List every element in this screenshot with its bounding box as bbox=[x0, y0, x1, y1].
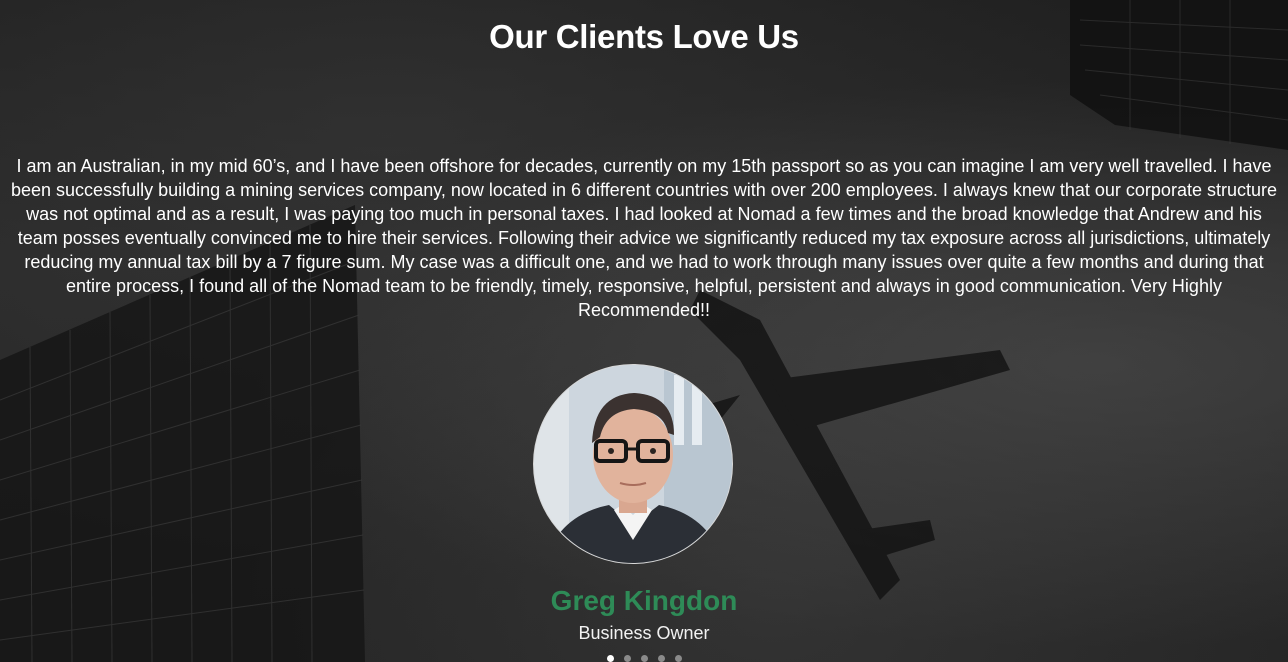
section-title: Our Clients Love Us bbox=[489, 18, 799, 55]
carousel-dot-3[interactable] bbox=[640, 655, 648, 662]
testimonial-quote: I am an Australian, in my mid 60’s, and … bbox=[11, 156, 1277, 320]
carousel-dot-5[interactable] bbox=[674, 655, 682, 662]
client-name: Greg Kingdon bbox=[550, 585, 738, 616]
carousel-dot-2[interactable] bbox=[623, 655, 631, 662]
client-photo bbox=[534, 365, 732, 563]
client-avatar bbox=[533, 364, 733, 564]
carousel-pagination bbox=[0, 655, 1288, 662]
carousel-dot-1[interactable] bbox=[606, 655, 614, 662]
carousel-dot-4[interactable] bbox=[657, 655, 665, 662]
testimonials-section: Our Clients Love Us I am an Australian, … bbox=[0, 0, 1288, 662]
client-role: Business Owner bbox=[578, 623, 710, 643]
